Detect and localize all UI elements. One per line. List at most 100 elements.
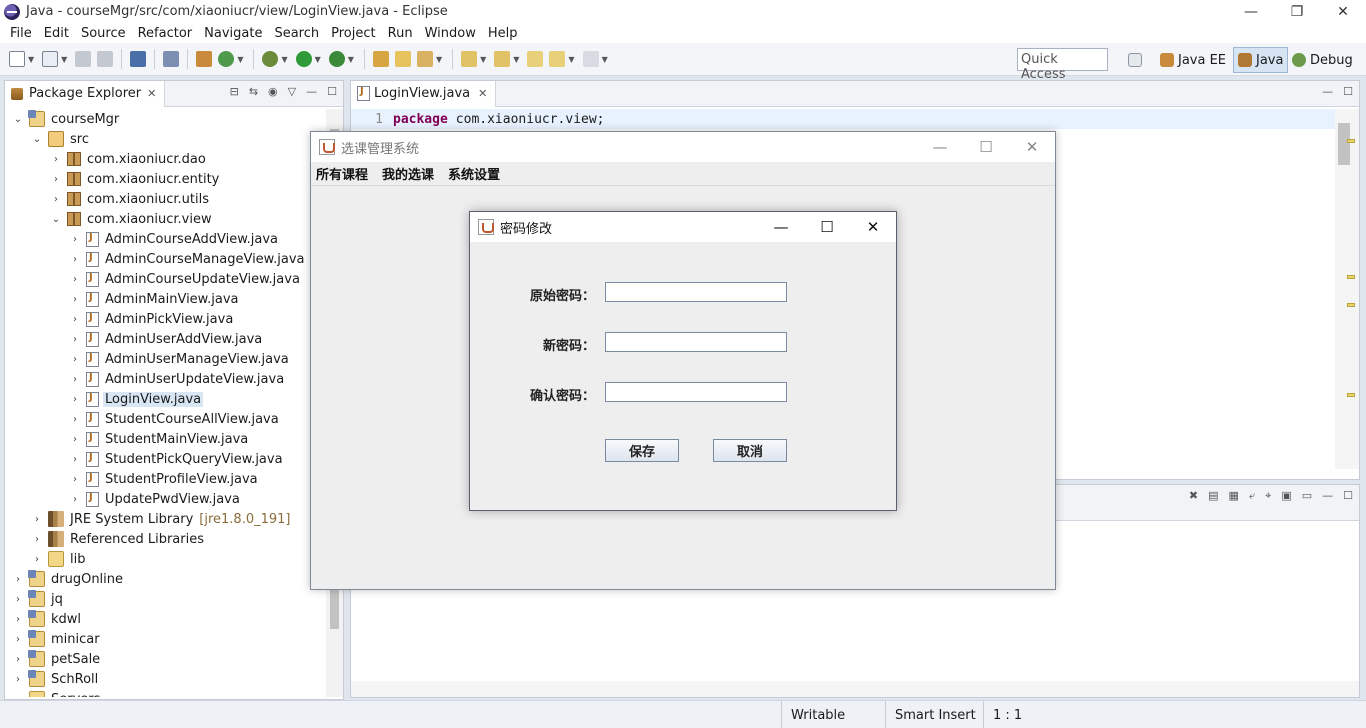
- tab-package-explorer[interactable]: Package Explorer ✕: [5, 80, 166, 107]
- close-icon[interactable]: ✕: [1009, 132, 1055, 162]
- open-type-icon[interactable]: [372, 51, 389, 67]
- clear-icon[interactable]: ▤: [1208, 489, 1218, 503]
- tree-item[interactable]: › AdminPickView.java: [70, 309, 235, 329]
- collapsed-chevron-icon[interactable]: ›: [70, 414, 80, 425]
- save-icon[interactable]: [75, 51, 92, 67]
- tree-item[interactable]: › AdminUserManageView.java: [70, 349, 291, 369]
- collapsed-chevron-icon[interactable]: ›: [51, 194, 61, 205]
- tree-item[interactable]: › AdminMainView.java: [70, 289, 241, 309]
- new-wizard-dropdown-icon[interactable]: ▼: [61, 55, 67, 64]
- expanded-chevron-icon[interactable]: ⌄: [51, 214, 61, 225]
- save-button[interactable]: 保存: [605, 439, 679, 462]
- back-icon[interactable]: [549, 51, 566, 67]
- tree-item[interactable]: › com.xiaoniucr.dao: [51, 149, 208, 169]
- scrollbar-thumb[interactable]: [1338, 123, 1350, 165]
- collapsed-chevron-icon[interactable]: ›: [70, 354, 80, 365]
- new-package-icon[interactable]: [196, 51, 213, 67]
- tree-item[interactable]: › Referenced Libraries: [32, 529, 206, 549]
- collapsed-chevron-icon[interactable]: ›: [70, 474, 80, 485]
- view-menu-icon[interactable]: ▽: [288, 85, 296, 98]
- coverage-icon[interactable]: [328, 51, 345, 67]
- collapsed-chevron-icon[interactable]: ›: [70, 394, 80, 405]
- minimize-view-icon[interactable]: —: [306, 85, 317, 98]
- search-tool-icon[interactable]: [416, 51, 433, 67]
- scroll-lock-icon[interactable]: ▦: [1229, 489, 1239, 503]
- collapsed-chevron-icon[interactable]: ›: [32, 554, 42, 565]
- tree-item[interactable]: › AdminCourseUpdateView.java: [70, 269, 302, 289]
- new-wizard-icon[interactable]: [42, 51, 59, 67]
- expanded-chevron-icon[interactable]: ⌄: [32, 134, 42, 145]
- menu-search[interactable]: Search: [268, 26, 325, 41]
- minimize-view-icon[interactable]: —: [1322, 489, 1333, 503]
- minimize-icon[interactable]: —: [917, 132, 963, 162]
- menu-file[interactable]: File: [4, 26, 38, 41]
- menu-edit[interactable]: Edit: [38, 26, 75, 41]
- open-folder-icon[interactable]: [394, 51, 411, 67]
- skip-breakpoints-icon[interactable]: [163, 51, 180, 67]
- collapsed-chevron-icon[interactable]: ›: [70, 374, 80, 385]
- new-class-icon[interactable]: [218, 51, 235, 67]
- collapsed-chevron-icon[interactable]: ›: [70, 334, 80, 345]
- debug-icon[interactable]: [262, 51, 279, 67]
- collapsed-chevron-icon[interactable]: ›: [70, 274, 80, 285]
- menu-help[interactable]: Help: [482, 26, 524, 41]
- tree-item[interactable]: › StudentPickQueryView.java: [70, 449, 285, 469]
- collapsed-chevron-icon[interactable]: ›: [70, 494, 80, 505]
- word-wrap-icon[interactable]: ⤶: [1249, 489, 1255, 503]
- maximize-icon[interactable]: ❐: [1274, 0, 1320, 23]
- tree-item[interactable]: › AdminCourseAddView.java: [70, 229, 280, 249]
- maximize-icon[interactable]: ☐: [804, 212, 850, 242]
- tree-item[interactable]: › com.xiaoniucr.entity: [51, 169, 221, 189]
- tree-item[interactable]: › petSale: [13, 649, 102, 669]
- quick-access-input[interactable]: Quick Access: [1017, 48, 1108, 82]
- new-class-dropdown-icon[interactable]: ▼: [237, 55, 243, 64]
- old-password-input[interactable]: [605, 282, 787, 302]
- maximize-view-icon[interactable]: ☐: [327, 85, 337, 98]
- console-icon[interactable]: [130, 51, 147, 67]
- collapsed-chevron-icon[interactable]: ›: [51, 174, 61, 185]
- code-line[interactable]: 1 package com.xiaoniucr.view;: [351, 109, 1336, 129]
- tree-item[interactable]: › minicar: [13, 629, 102, 649]
- next-annotation-dropdown-icon[interactable]: ▼: [480, 55, 486, 64]
- new-icon[interactable]: [9, 51, 25, 67]
- expanded-chevron-icon[interactable]: ⌄: [13, 114, 23, 125]
- maximize-icon[interactable]: ☐: [963, 132, 1009, 162]
- collapsed-chevron-icon[interactable]: ›: [13, 694, 23, 698]
- new-password-input[interactable]: [605, 332, 787, 352]
- menu-refactor[interactable]: Refactor: [132, 26, 199, 41]
- display-console-icon[interactable]: ▭: [1302, 489, 1312, 503]
- tree-item[interactable]: › AdminUserAddView.java: [70, 329, 264, 349]
- collapse-all-icon[interactable]: ⊟: [230, 85, 239, 98]
- search-tool-dropdown-icon[interactable]: ▼: [436, 55, 442, 64]
- tab-loginview-java[interactable]: LoginView.java ✕: [351, 80, 497, 107]
- collapsed-chevron-icon[interactable]: ›: [70, 434, 80, 445]
- annotation-marker[interactable]: [1347, 275, 1355, 279]
- collapsed-chevron-icon[interactable]: ›: [70, 454, 80, 465]
- collapsed-chevron-icon[interactable]: ›: [13, 594, 23, 605]
- collapsed-chevron-icon[interactable]: ›: [70, 294, 80, 305]
- tree-item[interactable]: › JRE System Library [jre1.8.0_191]: [32, 509, 290, 529]
- collapsed-chevron-icon[interactable]: ›: [13, 674, 23, 685]
- tree-item[interactable]: › StudentMainView.java: [70, 429, 250, 449]
- coverage-dropdown-icon[interactable]: ▼: [348, 55, 354, 64]
- next-annotation-icon[interactable]: [461, 51, 478, 67]
- tree-item[interactable]: › LoginView.java: [70, 389, 204, 409]
- perspective-java-ee[interactable]: Java EE: [1160, 47, 1226, 73]
- collapsed-chevron-icon[interactable]: ›: [13, 634, 23, 645]
- close-tab-icon[interactable]: ✕: [478, 87, 487, 100]
- remove-all-icon[interactable]: ✖: [1189, 489, 1198, 503]
- tree-item[interactable]: › drugOnline: [13, 569, 125, 589]
- menu-system-settings[interactable]: 系统设置: [448, 164, 500, 183]
- minimize-editor-icon[interactable]: —: [1322, 85, 1333, 98]
- collapsed-chevron-icon[interactable]: ›: [51, 154, 61, 165]
- tree-item[interactable]: › Servers: [13, 689, 102, 697]
- link-with-editor-icon[interactable]: ⇆: [249, 85, 258, 98]
- forward-dropdown-icon[interactable]: ▼: [602, 55, 608, 64]
- menu-my-courses[interactable]: 我的选课: [382, 164, 434, 183]
- collapsed-chevron-icon[interactable]: ›: [70, 314, 80, 325]
- menu-run[interactable]: Run: [382, 26, 419, 41]
- tree-item[interactable]: › SchRoll: [13, 669, 100, 689]
- maximize-view-icon[interactable]: ☐: [1343, 489, 1353, 503]
- perspective-java[interactable]: Java: [1233, 47, 1289, 73]
- back-dropdown-icon[interactable]: ▼: [568, 55, 574, 64]
